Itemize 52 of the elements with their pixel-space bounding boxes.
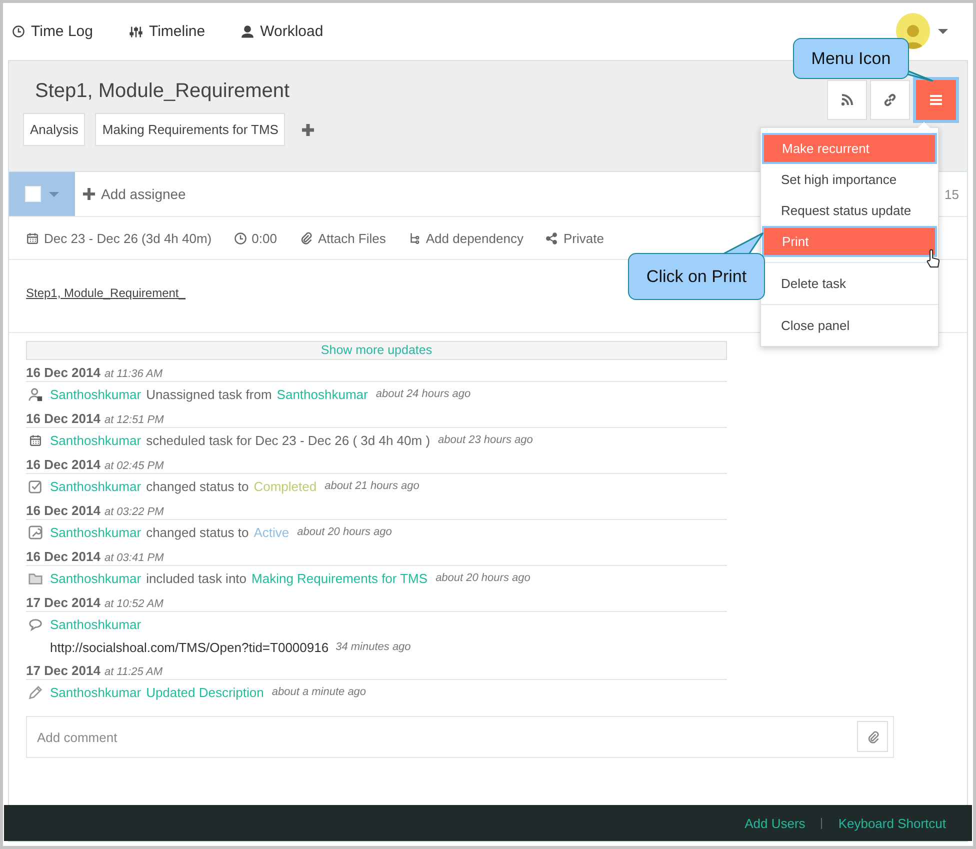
add-assignee-button[interactable]: Add assignee bbox=[83, 186, 186, 202]
update-text: included task into bbox=[146, 570, 247, 586]
meta-item[interactable]: 0:00 bbox=[234, 230, 277, 246]
nav-tab[interactable]: Workload bbox=[241, 23, 324, 40]
update-date: 17 Dec 2014 bbox=[26, 595, 100, 610]
update-text: changed status to bbox=[146, 524, 249, 540]
update-text: Unassigned task from bbox=[146, 386, 272, 402]
nav-tab[interactable]: Timeline bbox=[128, 23, 206, 40]
update-time: at 03:41 PM bbox=[104, 552, 164, 564]
description: Step1, Module_Requirement_ bbox=[26, 286, 186, 300]
menu-item[interactable]: Make recurrent bbox=[762, 133, 937, 164]
relative-time: about 20 hours ago bbox=[436, 572, 530, 584]
update-date: 16 Dec 2014 bbox=[26, 457, 100, 472]
update-time: at 11:36 AM bbox=[104, 368, 163, 380]
update-time: at 02:45 PM bbox=[104, 460, 164, 472]
meta-item[interactable]: Dec 23 - Dec 26 (3d 4h 40m) bbox=[26, 230, 212, 246]
update-date: 16 Dec 2014 bbox=[26, 411, 100, 426]
update-time: at 03:22 PM bbox=[104, 506, 164, 518]
meta-item[interactable]: Private bbox=[545, 230, 604, 246]
comment-field[interactable]: Add comment bbox=[26, 716, 894, 758]
menu-item[interactable]: Print bbox=[762, 226, 937, 257]
status-label: Completed bbox=[254, 478, 317, 494]
tag[interactable]: Making Requirements for TMS bbox=[95, 113, 286, 146]
update-time: at 10:52 AM bbox=[104, 598, 164, 610]
relative-time: about 24 hours ago bbox=[376, 388, 471, 400]
footer-link[interactable]: Add Users bbox=[744, 816, 806, 830]
update-text: scheduled task for Dec 23 - Dec 26 ( 3d 4h 40m ) bbox=[146, 432, 430, 448]
footer-link[interactable]: Keyboard Shortcut bbox=[838, 816, 946, 830]
menu-item[interactable]: Delete task bbox=[761, 268, 938, 299]
update-date: 16 Dec 2014 bbox=[26, 365, 100, 380]
relative-time: about 21 hours ago bbox=[324, 480, 420, 492]
task-title: Step1, Module_Requirement bbox=[35, 80, 290, 102]
menu-item[interactable]: Set high importance bbox=[761, 164, 938, 195]
relative-time: 34 minutes ago bbox=[336, 641, 411, 653]
update-date: 16 Dec 2014 bbox=[26, 549, 100, 564]
status-label: Active bbox=[254, 524, 290, 540]
relative-time: about a minute ago bbox=[272, 686, 366, 698]
update-text: changed status to bbox=[146, 478, 249, 494]
menu-item[interactable]: Request status update bbox=[761, 195, 938, 226]
count: 15 bbox=[944, 186, 959, 202]
update-time: at 12:51 PM bbox=[104, 414, 164, 426]
meta-item[interactable]: Attach Files bbox=[298, 230, 386, 246]
menu-item[interactable]: Close panel bbox=[761, 310, 938, 341]
tag[interactable]: Analysis bbox=[23, 113, 86, 146]
nav-tab[interactable]: Time Log bbox=[12, 23, 93, 40]
relative-time: about 20 hours ago bbox=[297, 526, 392, 538]
update-time: at 11:25 AM bbox=[104, 666, 163, 678]
comment-text: http://socialshoal.com/TMS/Open?tid=T0000916 bbox=[50, 640, 329, 654]
relative-time: about 23 hours ago bbox=[438, 434, 533, 446]
update-date: 17 Dec 2014 bbox=[26, 663, 100, 678]
meta-item[interactable]: Add dependency bbox=[408, 230, 524, 246]
update-date: 16 Dec 2014 bbox=[26, 503, 100, 518]
